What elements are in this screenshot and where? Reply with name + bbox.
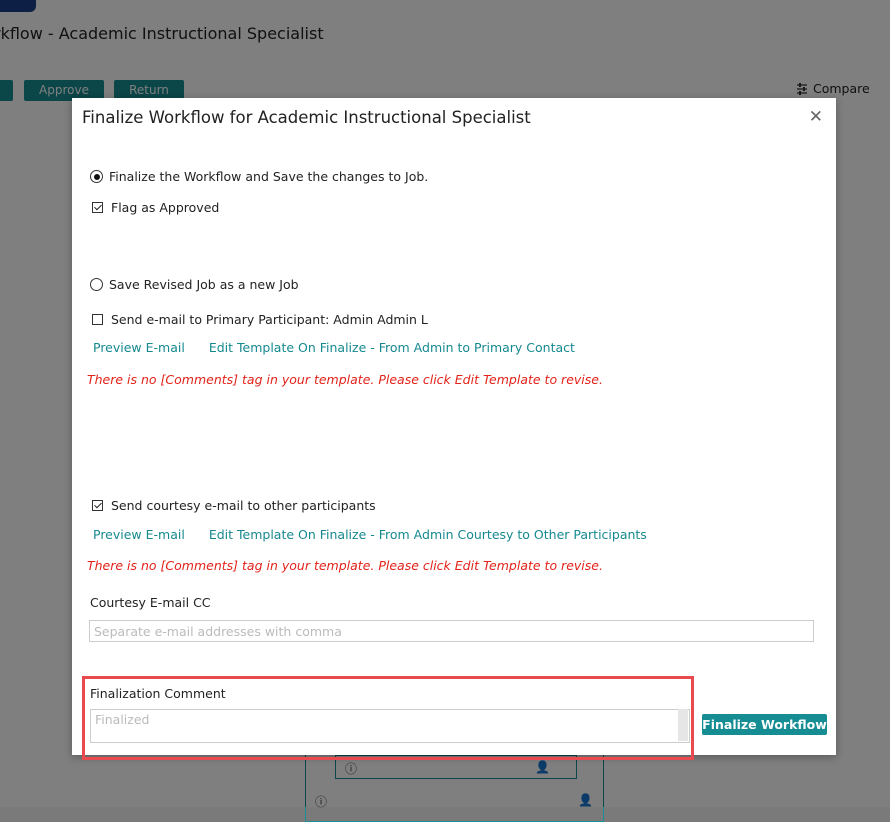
preview-email-link[interactable]: Preview E-mail [93, 340, 185, 355]
primary-email-links: Preview E-mail Edit Template On Finalize… [93, 340, 575, 355]
template-warning: There is no [Comments] tag in your templ… [87, 372, 603, 387]
dialog-title: Finalize Workflow for Academic Instructi… [82, 108, 531, 127]
flag-approved-checkbox[interactable] [92, 202, 103, 213]
courtesy-email-links: Preview E-mail Edit Template On Finalize… [93, 527, 647, 542]
send-courtesy-checkbox[interactable] [92, 500, 103, 511]
send-primary-option[interactable]: Send e-mail to Primary Participant: Admi… [92, 312, 428, 327]
save-new-job-option[interactable]: Save Revised Job as a new Job [90, 277, 299, 292]
template-warning: There is no [Comments] tag in your templ… [87, 558, 603, 573]
preview-email-link[interactable]: Preview E-mail [93, 527, 185, 542]
edit-template-link[interactable]: Edit Template On Finalize - From Admin t… [209, 340, 575, 355]
save-new-job-radio[interactable] [90, 278, 103, 291]
finalize-option-label: Finalize the Workflow and Save the chang… [109, 169, 429, 184]
highlight-box [82, 676, 694, 760]
close-icon[interactable]: ✕ [809, 107, 823, 127]
courtesy-cc-input[interactable]: Separate e-mail addresses with comma [89, 620, 814, 642]
flag-approved-label: Flag as Approved [111, 200, 220, 215]
finalize-radio[interactable] [90, 170, 103, 183]
finalize-workflow-button[interactable]: Finalize Workflow [702, 714, 827, 735]
send-primary-label: Send e-mail to Primary Participant: Admi… [111, 312, 428, 327]
send-primary-checkbox[interactable] [92, 314, 103, 325]
edit-template-link[interactable]: Edit Template On Finalize - From Admin C… [209, 527, 647, 542]
flag-approved-option[interactable]: Flag as Approved [92, 200, 219, 215]
save-new-job-label: Save Revised Job as a new Job [109, 277, 299, 292]
courtesy-cc-label: Courtesy E-mail CC [90, 595, 211, 610]
finalize-workflow-dialog: Finalize Workflow for Academic Instructi… [72, 98, 836, 755]
finalize-option[interactable]: Finalize the Workflow and Save the chang… [90, 169, 428, 184]
send-courtesy-label: Send courtesy e-mail to other participan… [111, 498, 376, 513]
send-courtesy-option[interactable]: Send courtesy e-mail to other participan… [92, 498, 376, 513]
